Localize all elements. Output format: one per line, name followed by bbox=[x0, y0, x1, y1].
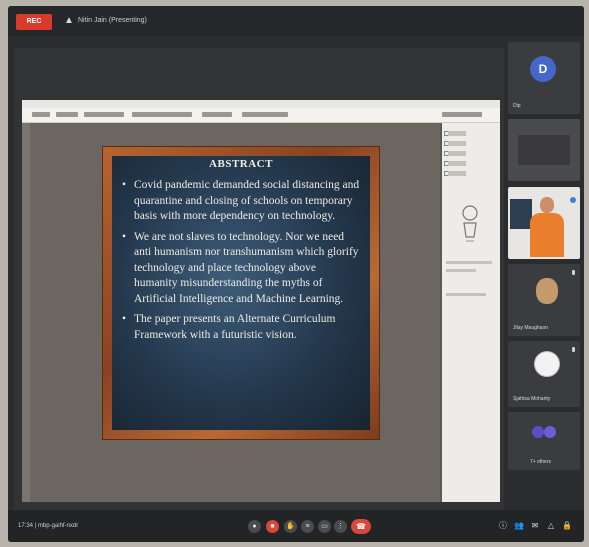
slide: ABSTRACT Covid pandemic demanded social … bbox=[102, 146, 380, 440]
info-icon[interactable]: ⓘ bbox=[498, 521, 508, 531]
mic-icon[interactable]: ● bbox=[248, 520, 261, 533]
lock-icon[interactable]: 🔒 bbox=[562, 521, 572, 531]
slide-title: ABSTRACT bbox=[209, 158, 273, 170]
shared-screen: ABSTRACT Covid pandemic demanded social … bbox=[22, 100, 500, 502]
side-row bbox=[448, 141, 466, 146]
side-row bbox=[448, 171, 466, 176]
figure-preview-icon bbox=[462, 205, 478, 242]
slide-bullet: The paper presents an Alternate Curricul… bbox=[122, 312, 362, 343]
participant-name: Sjahtsa Mohanty bbox=[513, 396, 551, 402]
slide-bullet: We are not slaves to technology. Nor we … bbox=[122, 230, 362, 308]
chat-icon[interactable]: ✉ bbox=[530, 521, 540, 531]
raise-hand-icon[interactable]: ✋ bbox=[284, 520, 297, 533]
side-row bbox=[446, 269, 476, 272]
participant-tile[interactable]: Jilay Maughaon bbox=[508, 264, 580, 336]
activities-icon[interactable]: △ bbox=[546, 521, 556, 531]
slide-chalkboard: ABSTRACT Covid pandemic demanded social … bbox=[112, 156, 370, 430]
meeting-window: REC ▲ Nitin Jain (Presenting) ABSTRACT •… bbox=[8, 6, 584, 542]
avatar bbox=[536, 278, 558, 304]
camera-icon[interactable]: ■ bbox=[266, 520, 279, 533]
side-row bbox=[448, 131, 466, 136]
avatar bbox=[534, 351, 560, 377]
participant-tile[interactable]: D Dip bbox=[508, 42, 580, 114]
speaking-indicator-icon bbox=[570, 197, 576, 203]
captions-icon[interactable]: ≡ bbox=[301, 520, 314, 533]
presenting-label: Nitin Jain (Presenting) bbox=[78, 17, 147, 24]
ppt-ribbon bbox=[22, 108, 500, 123]
slide-bullet-list: Covid pandemic demanded social distancin… bbox=[122, 178, 362, 348]
avatar bbox=[532, 426, 544, 438]
participant-name: Dip bbox=[513, 103, 521, 109]
present-screen-icon: ▲ bbox=[64, 15, 74, 26]
side-row bbox=[446, 261, 492, 264]
slide-bullet: Covid pandemic demanded social distancin… bbox=[122, 178, 362, 225]
end-call-icon[interactable]: ☎ bbox=[351, 519, 371, 534]
person-head bbox=[540, 197, 554, 213]
participant-tile[interactable]: 7+ others bbox=[508, 412, 580, 470]
participant-tile[interactable] bbox=[508, 187, 580, 259]
participant-tile[interactable]: Sjahtsa Mohanty bbox=[508, 341, 580, 407]
participant-name: 7+ others bbox=[530, 459, 551, 465]
mic-icon bbox=[572, 270, 575, 275]
avatar: D bbox=[530, 56, 556, 82]
side-row bbox=[448, 161, 466, 166]
participant-tile[interactable] bbox=[508, 119, 580, 181]
more-options-icon[interactable]: ⋮ bbox=[334, 520, 347, 533]
side-row bbox=[446, 293, 486, 296]
slide-thumbnails bbox=[22, 123, 30, 502]
side-row bbox=[448, 151, 466, 156]
present-screen-icon[interactable]: ▭ bbox=[318, 520, 331, 533]
participant-name: Jilay Maughaon bbox=[513, 325, 549, 331]
presentation-stage: ABSTRACT Covid pandemic demanded social … bbox=[14, 48, 504, 510]
bottom-bar: 17:34 | mbp-gaihf-nxdr ● ■ ✋ ≡ ▭ ⋮ ☎ ⓘ 👥… bbox=[8, 510, 584, 542]
avatar bbox=[544, 426, 556, 438]
video-background bbox=[510, 199, 532, 229]
mic-icon bbox=[572, 347, 575, 352]
top-bar: REC ▲ Nitin Jain (Presenting) bbox=[8, 6, 584, 36]
people-icon[interactable]: 👥 bbox=[514, 521, 524, 531]
video-feed bbox=[518, 135, 570, 165]
ppt-side-panel bbox=[442, 123, 500, 502]
meeting-info: 17:34 | mbp-gaihf-nxdr bbox=[18, 523, 79, 529]
recording-badge: REC bbox=[16, 14, 52, 30]
ppt-title-bar bbox=[22, 100, 500, 108]
person-shirt bbox=[530, 213, 564, 257]
